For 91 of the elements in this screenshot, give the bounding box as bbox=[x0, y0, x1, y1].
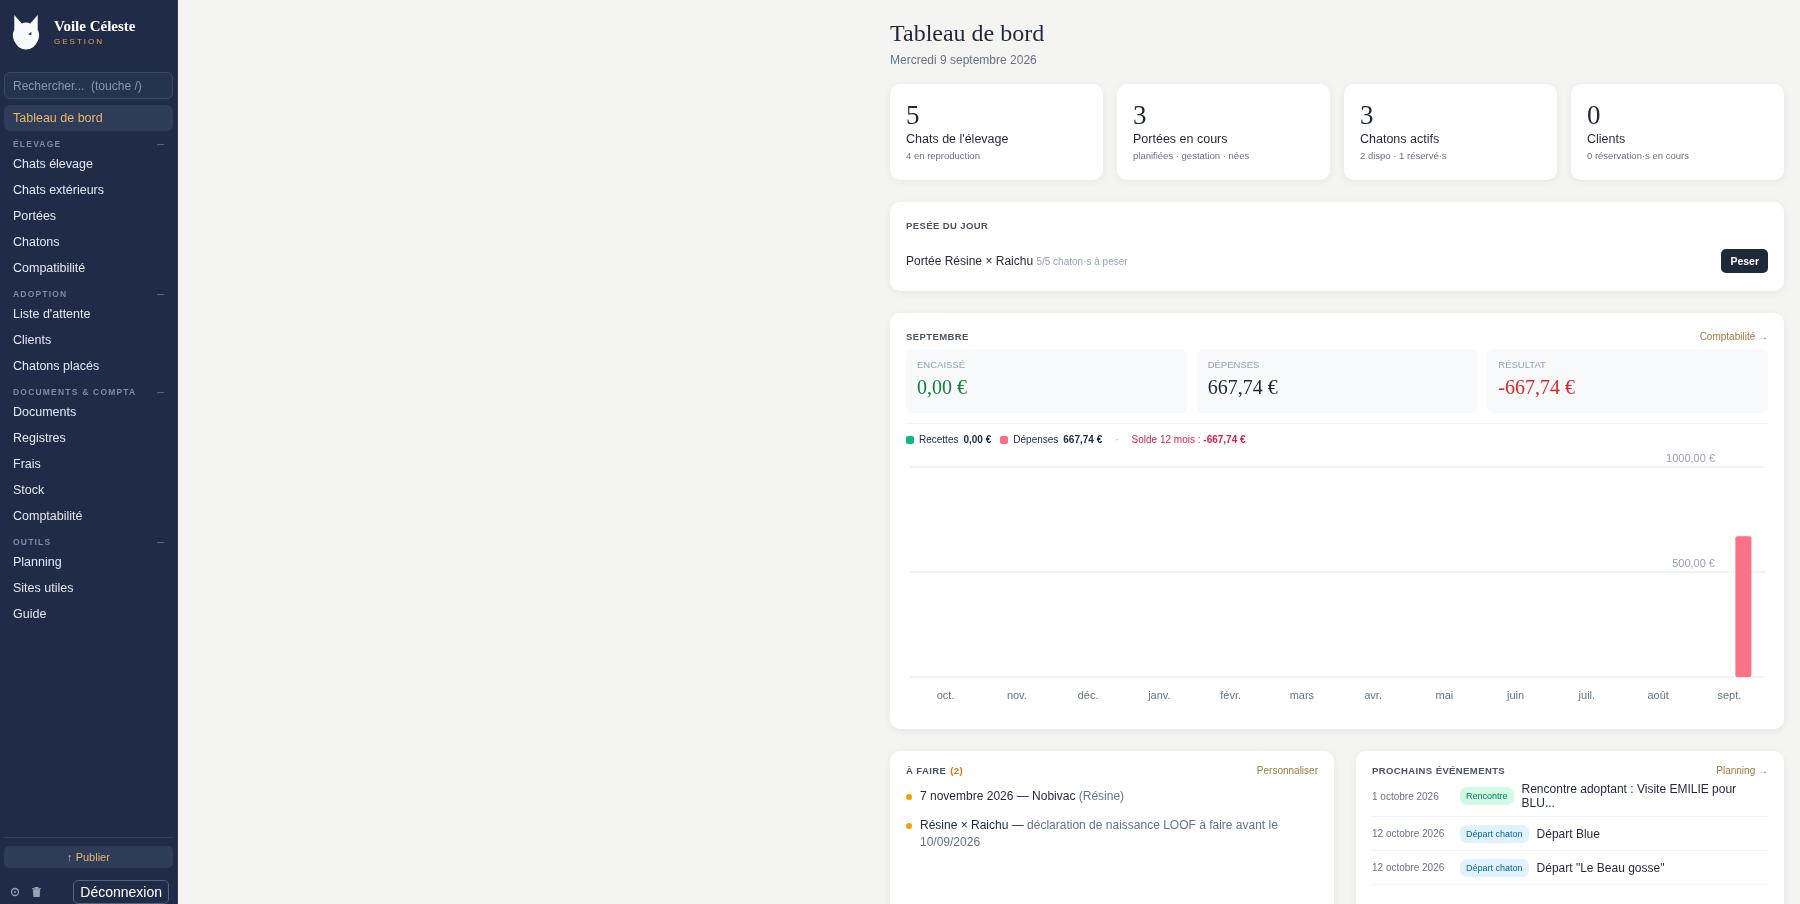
sidebar-item[interactable]: Clients bbox=[4, 327, 173, 353]
tile-label: RÉSULTAT bbox=[1498, 359, 1547, 370]
section-title: DOCUMENTS & COMPTA bbox=[13, 387, 137, 397]
month-label: nov. bbox=[1006, 689, 1027, 701]
brand-name: Voile Céleste bbox=[54, 18, 136, 35]
logout-button[interactable]: Déconnexion bbox=[73, 880, 169, 904]
month-label: févr. bbox=[1220, 689, 1241, 701]
balance-text: Solde 12 mois : -667,74 € bbox=[1131, 434, 1246, 445]
weighing-item: Portée Résine × Raichu 5/5 chaton·s à peser bbox=[906, 254, 1128, 268]
sidebar-item[interactable]: Planning bbox=[4, 549, 173, 575]
stat-detail: 2 dispo · 1 réservé·s bbox=[1360, 150, 1448, 161]
stat-value: 5 bbox=[906, 100, 920, 131]
event-title: Départ Blue bbox=[1536, 826, 1600, 841]
sidebar-item[interactable]: Registres bbox=[4, 425, 173, 451]
month-label: avr. bbox=[1364, 689, 1382, 701]
stat-label: Chatons actifs bbox=[1360, 132, 1441, 146]
month-label: janv. bbox=[1148, 689, 1171, 701]
planning-link[interactable]: Planning → bbox=[1716, 765, 1768, 776]
sidebar-item[interactable]: Tableau de bord bbox=[4, 105, 173, 131]
axis-tick-label: 500,00 € bbox=[1672, 557, 1715, 569]
sidebar-item[interactable]: Liste d'attente bbox=[4, 301, 173, 327]
stat-value: 3 bbox=[1133, 100, 1147, 131]
legend-label: Dépenses bbox=[1013, 434, 1059, 445]
stat-value: 3 bbox=[1360, 100, 1374, 131]
sidebar-item[interactable]: Chatons bbox=[4, 229, 173, 255]
stat-value: 0 bbox=[1587, 100, 1601, 131]
brand-subtitle: GESTION bbox=[54, 37, 105, 46]
page-title: Tableau de bord bbox=[890, 20, 1046, 47]
event-title: Rencontre adoptant : Visite EMILIE pour BLU... bbox=[1521, 782, 1738, 810]
settings-icon[interactable] bbox=[10, 887, 20, 897]
tile-value: 0,00 € bbox=[917, 376, 967, 399]
sidebar-item[interactable]: Chatons placés bbox=[4, 353, 173, 379]
month-label: sept. bbox=[1717, 689, 1742, 701]
sidebar-item[interactable]: Documents bbox=[4, 399, 173, 425]
sidebar-item[interactable]: Frais bbox=[4, 451, 173, 477]
tile-label: ENCAISSÉ bbox=[917, 359, 967, 370]
sidebar-item[interactable]: Guide bbox=[4, 601, 173, 627]
bullet-icon bbox=[906, 794, 912, 800]
month-label: mars bbox=[1289, 689, 1315, 701]
tile-value: -667,74 € bbox=[1498, 376, 1575, 399]
page-date: Mercredi 9 septembre 2026 bbox=[890, 53, 1037, 67]
section-title: ADOPTION bbox=[13, 289, 68, 299]
sidebar-item[interactable]: Compatibilité bbox=[4, 255, 173, 281]
sidebar-item[interactable]: Portées bbox=[4, 203, 173, 229]
month-label: déc. bbox=[1077, 689, 1099, 701]
card-title: SEPTEMBRE bbox=[906, 331, 969, 342]
publish-button[interactable]: ↑ Publier bbox=[4, 846, 173, 868]
event-date: 12 octobre 2026 bbox=[1372, 828, 1446, 839]
stat-detail: planifiées · gestation · nées bbox=[1133, 150, 1251, 161]
event-tag: Départ chaton bbox=[1460, 824, 1529, 843]
accounting-link[interactable]: Comptabilité → bbox=[1699, 331, 1768, 342]
card-title: PESÉE DU JOUR bbox=[906, 220, 990, 231]
legend-value: 667,74 € bbox=[1063, 434, 1103, 445]
sidebar-item[interactable]: Chats élevage bbox=[4, 151, 173, 177]
card-title: PROCHAINS ÉVÉNEMENTS bbox=[1372, 765, 1506, 776]
trash-icon[interactable] bbox=[32, 887, 41, 897]
tile-label: DÉPENSES bbox=[1207, 359, 1261, 370]
axis-tick-label: 1000,00 € bbox=[1666, 452, 1715, 464]
todo-text: Résine × Raichu — déclaration de naissance LOOF à faire avant le 10/09/2026 bbox=[920, 817, 1279, 851]
month-label: août bbox=[1647, 689, 1669, 701]
month-label: oct. bbox=[936, 689, 955, 701]
section-title: OUTILS bbox=[13, 537, 52, 547]
month-label: juin bbox=[1507, 689, 1525, 701]
stat-detail: 0 réservation·s en cours bbox=[1587, 150, 1690, 161]
legend-label: Recettes bbox=[919, 434, 959, 445]
section-title: ÉLEVAGE bbox=[13, 139, 62, 149]
customize-link[interactable]: Personnaliser bbox=[1256, 765, 1318, 776]
legend-value: 0,00 € bbox=[963, 434, 992, 445]
stat-label: Clients bbox=[1587, 132, 1627, 146]
sidebar-item[interactable]: Chats extérieurs bbox=[4, 177, 173, 203]
sidebar-item[interactable]: Stock bbox=[4, 477, 173, 503]
todo-text: 7 novembre 2026 — Nobivac (Résine) bbox=[920, 788, 1125, 805]
event-tag: Rencontre bbox=[1460, 787, 1514, 805]
card-title: À FAIRE (2) bbox=[906, 765, 964, 776]
stat-label: Portées en cours bbox=[1133, 132, 1229, 146]
event-date: 12 octobre 2026 bbox=[1372, 862, 1446, 873]
stat-detail: 4 en reproduction bbox=[906, 150, 981, 161]
search-field[interactable]: Rechercher... (touche /) bbox=[4, 72, 173, 99]
month-label: mai bbox=[1435, 689, 1454, 701]
bullet-icon bbox=[906, 823, 912, 829]
month-label: juil. bbox=[1578, 689, 1596, 701]
sidebar-item[interactable]: Sites utiles bbox=[4, 575, 173, 601]
event-tag: Départ chaton bbox=[1460, 858, 1529, 877]
cat-logo-icon bbox=[10, 12, 42, 52]
weigh-button[interactable]: Peser bbox=[1721, 249, 1768, 273]
separator-dot: · bbox=[1114, 434, 1120, 445]
event-title: Départ "Le Beau gosse" bbox=[1536, 860, 1665, 875]
sidebar-item[interactable]: Comptabilité bbox=[4, 503, 173, 529]
tile-value: 667,74 € bbox=[1207, 376, 1278, 399]
stat-label: Chats de l'élevage bbox=[906, 132, 1010, 146]
event-date: 1 octobre 2026 bbox=[1372, 790, 1440, 802]
